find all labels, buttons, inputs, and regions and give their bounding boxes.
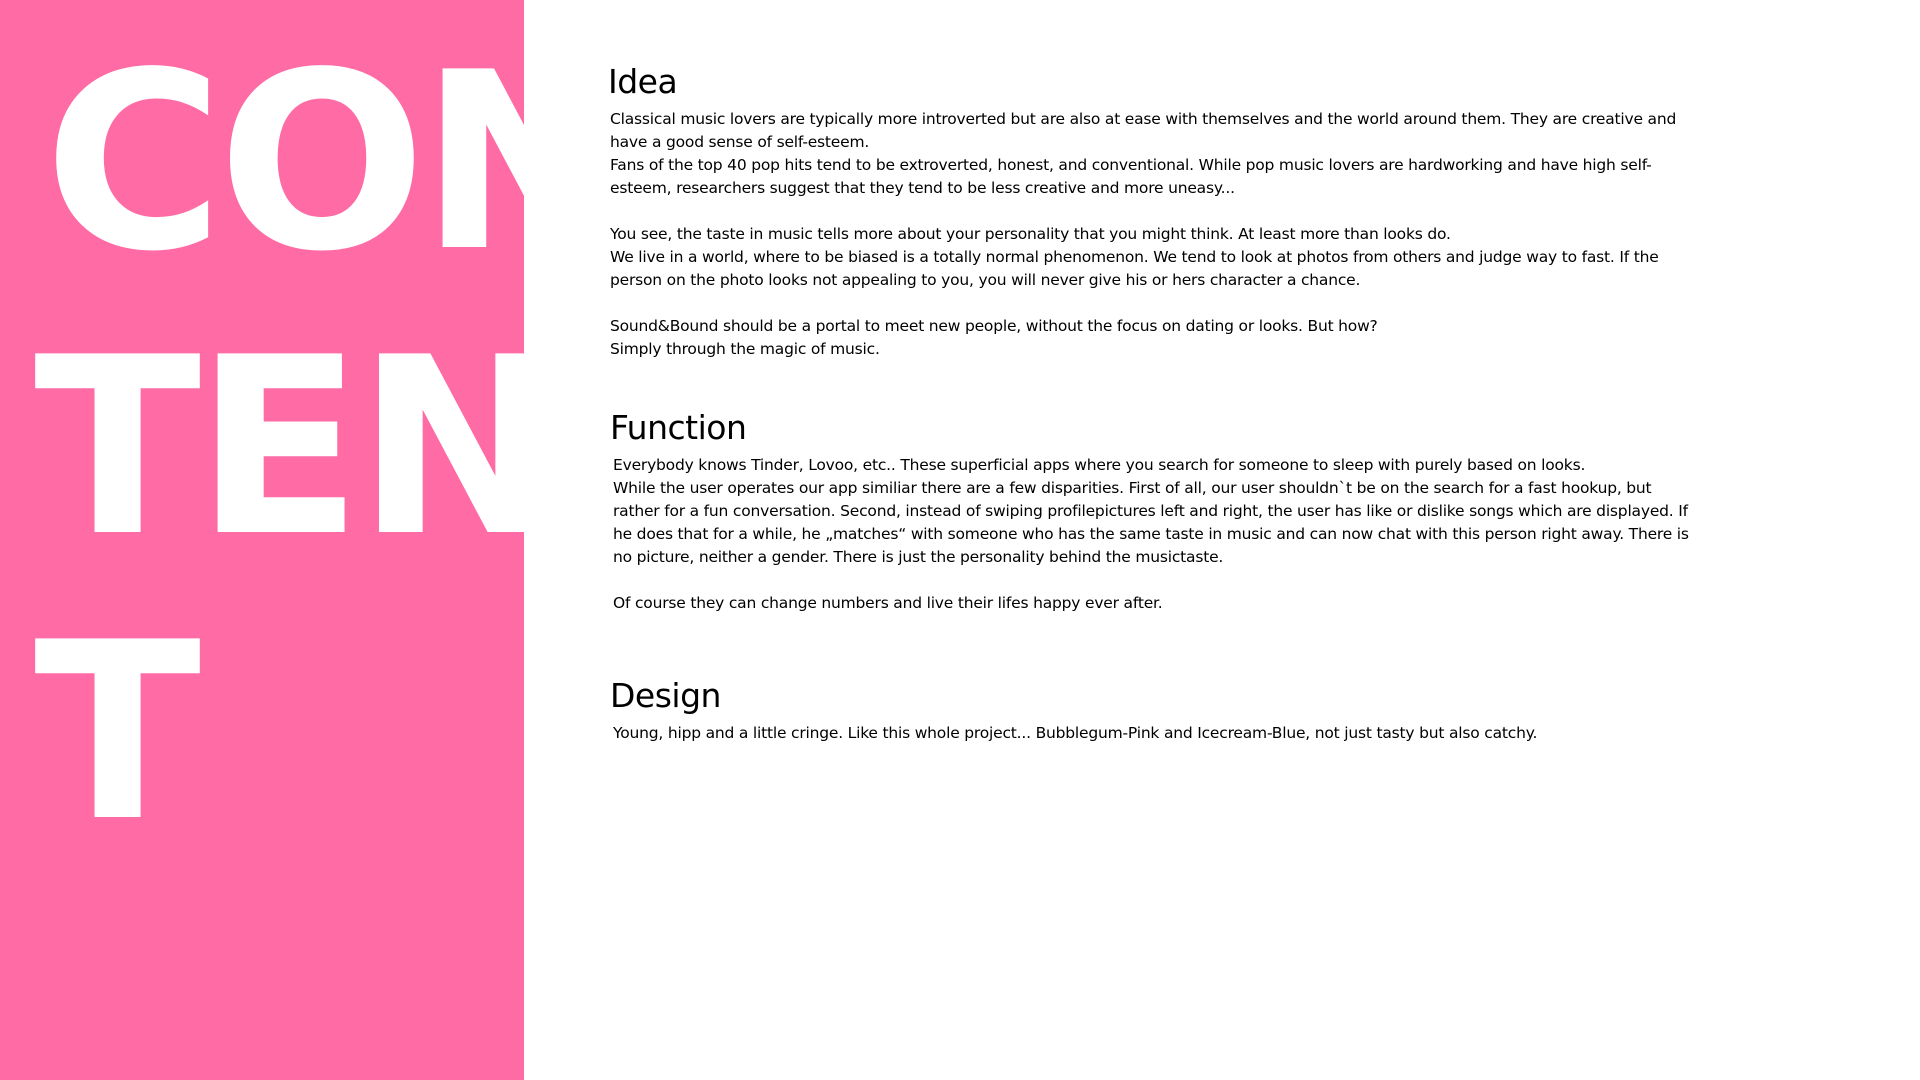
content-title-line-1: CON [44, 20, 524, 305]
function-body: Everybody knows Tinder, Lovoo, etc.. The… [613, 454, 1690, 615]
design-paragraph: Young, hipp and a little cringe. Like th… [613, 724, 1538, 742]
idea-paragraph: We live in a world, where to be biased i… [610, 248, 1659, 289]
idea-heading: Idea [608, 62, 678, 101]
function-paragraph: Everybody knows Tinder, Lovoo, etc.. The… [613, 456, 1586, 474]
design-heading: Design [610, 676, 721, 715]
idea-body: Classical music lovers are typically mor… [610, 108, 1690, 361]
pink-sidebar-panel: CON TEN T [0, 0, 524, 1080]
content-title-line-3: T [34, 590, 201, 875]
idea-section: Idea Classical music lovers are typicall… [608, 62, 1690, 361]
idea-paragraph: You see, the taste in music tells more a… [610, 225, 1451, 243]
function-heading: Function [610, 408, 747, 447]
function-paragraph: While the user operates our app similiar… [613, 479, 1689, 566]
content-title-line-2: TEN [34, 305, 524, 590]
content-title: CON TEN T [0, 0, 524, 1080]
idea-paragraph: Fans of the top 40 pop hits tend to be e… [610, 156, 1652, 197]
idea-paragraph: Sound&Bound should be a portal to meet n… [610, 317, 1378, 335]
idea-paragraph: Simply through the magic of music. [610, 340, 880, 358]
idea-paragraph: Classical music lovers are typically mor… [610, 110, 1677, 151]
design-section: Design Young, hipp and a little cringe. … [610, 676, 1690, 745]
design-body: Young, hipp and a little cringe. Like th… [613, 722, 1690, 745]
slide: CON TEN T Idea Classical music lovers ar… [0, 0, 1920, 1080]
function-paragraph: Of course they can change numbers and li… [613, 594, 1163, 612]
function-section: Function Everybody knows Tinder, Lovoo, … [610, 408, 1690, 615]
